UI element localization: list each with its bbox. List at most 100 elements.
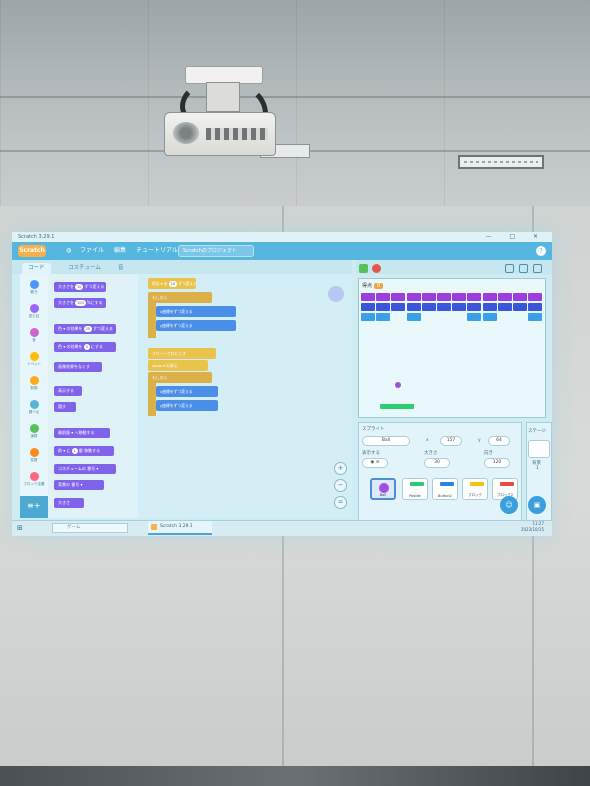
y-field[interactable]: 64	[488, 436, 510, 446]
help-icon[interactable]: ?	[536, 246, 546, 256]
palette-block[interactable]: 隠す	[54, 402, 76, 412]
block-suffix: なら	[159, 375, 168, 380]
brick	[391, 303, 406, 311]
paddle-sprite[interactable]	[380, 404, 414, 409]
brick	[361, 313, 375, 321]
projected-screen: Scratch 3.29.1 — □ ✕ Scratch ◍ ファイル 編集 チ…	[12, 232, 552, 536]
zoom-reset-icon[interactable]: =	[334, 496, 347, 509]
show-toggle[interactable]: ◉ ⊘	[362, 458, 388, 468]
block-text: クローンされたとき	[152, 351, 186, 356]
windows-start-icon[interactable]: ⊞	[17, 524, 23, 532]
block-value[interactable]: 0	[83, 344, 90, 350]
fullscreen-icon[interactable]	[533, 264, 542, 273]
menu-tutorials[interactable]: チュートリアル	[136, 246, 178, 256]
small-stage-icon[interactable]	[505, 264, 514, 273]
ball-sprite[interactable]	[395, 382, 401, 388]
scratch-logo[interactable]: Scratch	[18, 245, 46, 257]
block-value[interactable]: 100	[75, 300, 86, 306]
category-7[interactable]: 変数	[22, 448, 46, 463]
control-block-arm	[148, 302, 156, 338]
tab-costumes[interactable]: コスチューム	[62, 263, 107, 274]
green-flag-icon[interactable]	[359, 264, 368, 273]
sprite-thumbnail-3[interactable]: ブロック	[462, 478, 488, 500]
palette-block[interactable]: 表示する	[54, 386, 82, 396]
brick	[528, 313, 543, 321]
project-title-field[interactable]: Scratchのプロジェクト	[178, 245, 254, 257]
sprite-costume-icon	[440, 482, 454, 486]
category-0[interactable]: 動き	[22, 280, 46, 295]
category-1[interactable]: 見た目	[22, 304, 46, 319]
brick	[482, 313, 497, 321]
script-block[interactable]: y座標をずつ変える	[156, 320, 236, 331]
script-block[interactable]: もしなら	[148, 372, 212, 383]
window-controls[interactable]: — □ ✕	[485, 232, 546, 242]
palette-block[interactable]: 色 ▾ の効果を 25 ずつ変える	[54, 324, 116, 334]
script-block[interactable]: x座標をずつ変える	[156, 306, 236, 317]
script-block[interactable]: show ▾ の表示	[148, 360, 208, 371]
category-6[interactable]: 演算	[22, 424, 46, 439]
sprite-costume-icon	[379, 483, 389, 493]
large-stage-icon[interactable]	[519, 264, 528, 273]
block-suffix: ずつ変える	[173, 403, 193, 408]
category-label: 動き	[30, 290, 38, 294]
sprite-thumbnail-0[interactable]: Ball	[370, 478, 396, 500]
choose-backdrop-icon[interactable]: ▣	[528, 496, 546, 514]
palette-block[interactable]: 大きさを 10 ずつ変える	[54, 282, 106, 292]
block-value[interactable]: 1	[71, 448, 78, 454]
script-block[interactable]: y座標をずつ変える	[156, 400, 218, 411]
script-area[interactable]: 得点 ▾ を 10 ずつ変える もしなら x座標をずつ変える y座標をずつ変える クローンさ…	[138, 274, 352, 518]
category-5[interactable]: 調べる	[22, 400, 46, 415]
score-label: 得点	[362, 283, 373, 289]
x-field[interactable]: 157	[440, 436, 462, 446]
palette-block[interactable]: 背景の 番号 ▾	[54, 480, 104, 490]
size-label: 大きさ	[424, 451, 438, 456]
zoom-in-icon[interactable]: +	[334, 462, 347, 475]
block-text: y座標を	[160, 323, 174, 328]
palette-block[interactable]: 前 ▾ に1層 移動する	[54, 446, 114, 456]
palette-block[interactable]: 画像効果をなくす	[54, 362, 102, 372]
block-value[interactable]: 25	[83, 326, 93, 332]
palette-block[interactable]: 大きさ	[54, 498, 84, 508]
menu-edit[interactable]: 編集	[114, 246, 126, 256]
choose-sprite-icon[interactable]: ☺	[500, 496, 518, 514]
sprite-name-field[interactable]: Ball	[362, 436, 410, 446]
block-value[interactable]: 10	[75, 284, 84, 290]
palette-block[interactable]: 最前面 ▾ へ移動する	[54, 428, 110, 438]
taskbar-search-field[interactable]: ゲーム	[52, 523, 128, 533]
add-extension-button[interactable]	[20, 496, 48, 518]
script-block[interactable]: 得点 ▾ を 10 ずつ変える	[148, 278, 196, 289]
script-block[interactable]: x座標をずつ変える	[156, 386, 218, 397]
menu-file[interactable]: ファイル	[80, 246, 104, 256]
brick	[528, 303, 543, 311]
stop-icon[interactable]	[372, 264, 381, 273]
script-block[interactable]: クローンされたとき	[148, 348, 216, 359]
taskbar-app-scratch[interactable]: Scratch 3.29.1	[148, 521, 212, 535]
tab-code[interactable]: コード	[22, 263, 51, 274]
window-title: Scratch 3.29.1	[12, 232, 552, 242]
category-label: 演算	[30, 434, 38, 438]
category-3[interactable]: イベント	[22, 352, 46, 367]
sprite-thumbnail-2[interactable]: Button2	[432, 478, 458, 500]
zoom-out-icon[interactable]: −	[334, 479, 347, 492]
tab-sounds[interactable]: 音	[112, 263, 130, 274]
brick	[406, 313, 421, 321]
size-field[interactable]: 30	[424, 458, 450, 468]
brick	[361, 293, 375, 301]
sprite-thumbnail-1[interactable]: Paddle	[402, 478, 428, 500]
direction-field[interactable]: 120	[484, 458, 510, 468]
category-dot-icon	[29, 400, 39, 409]
stage-thumbnail[interactable]	[528, 440, 550, 458]
sprite-name: Button2	[438, 494, 452, 498]
category-2[interactable]: 音	[22, 328, 46, 343]
block-value[interactable]: 10	[168, 281, 178, 287]
category-8[interactable]: ブロック定義	[22, 472, 46, 487]
block-text: コスチュームの 番号 ▾	[58, 466, 99, 471]
palette-block[interactable]: 大きさを 100 %にする	[54, 298, 106, 308]
language-globe-icon[interactable]: ◍	[66, 246, 71, 256]
block-text: 画像効果をなくす	[58, 364, 90, 369]
mouse-cursor-highlight	[328, 286, 344, 302]
palette-block[interactable]: 色 ▾ の効果を 0 にする	[54, 342, 116, 352]
category-4[interactable]: 制御	[22, 376, 46, 391]
palette-block[interactable]: コスチュームの 番号 ▾	[54, 464, 116, 474]
script-block[interactable]: もしなら	[148, 292, 212, 303]
